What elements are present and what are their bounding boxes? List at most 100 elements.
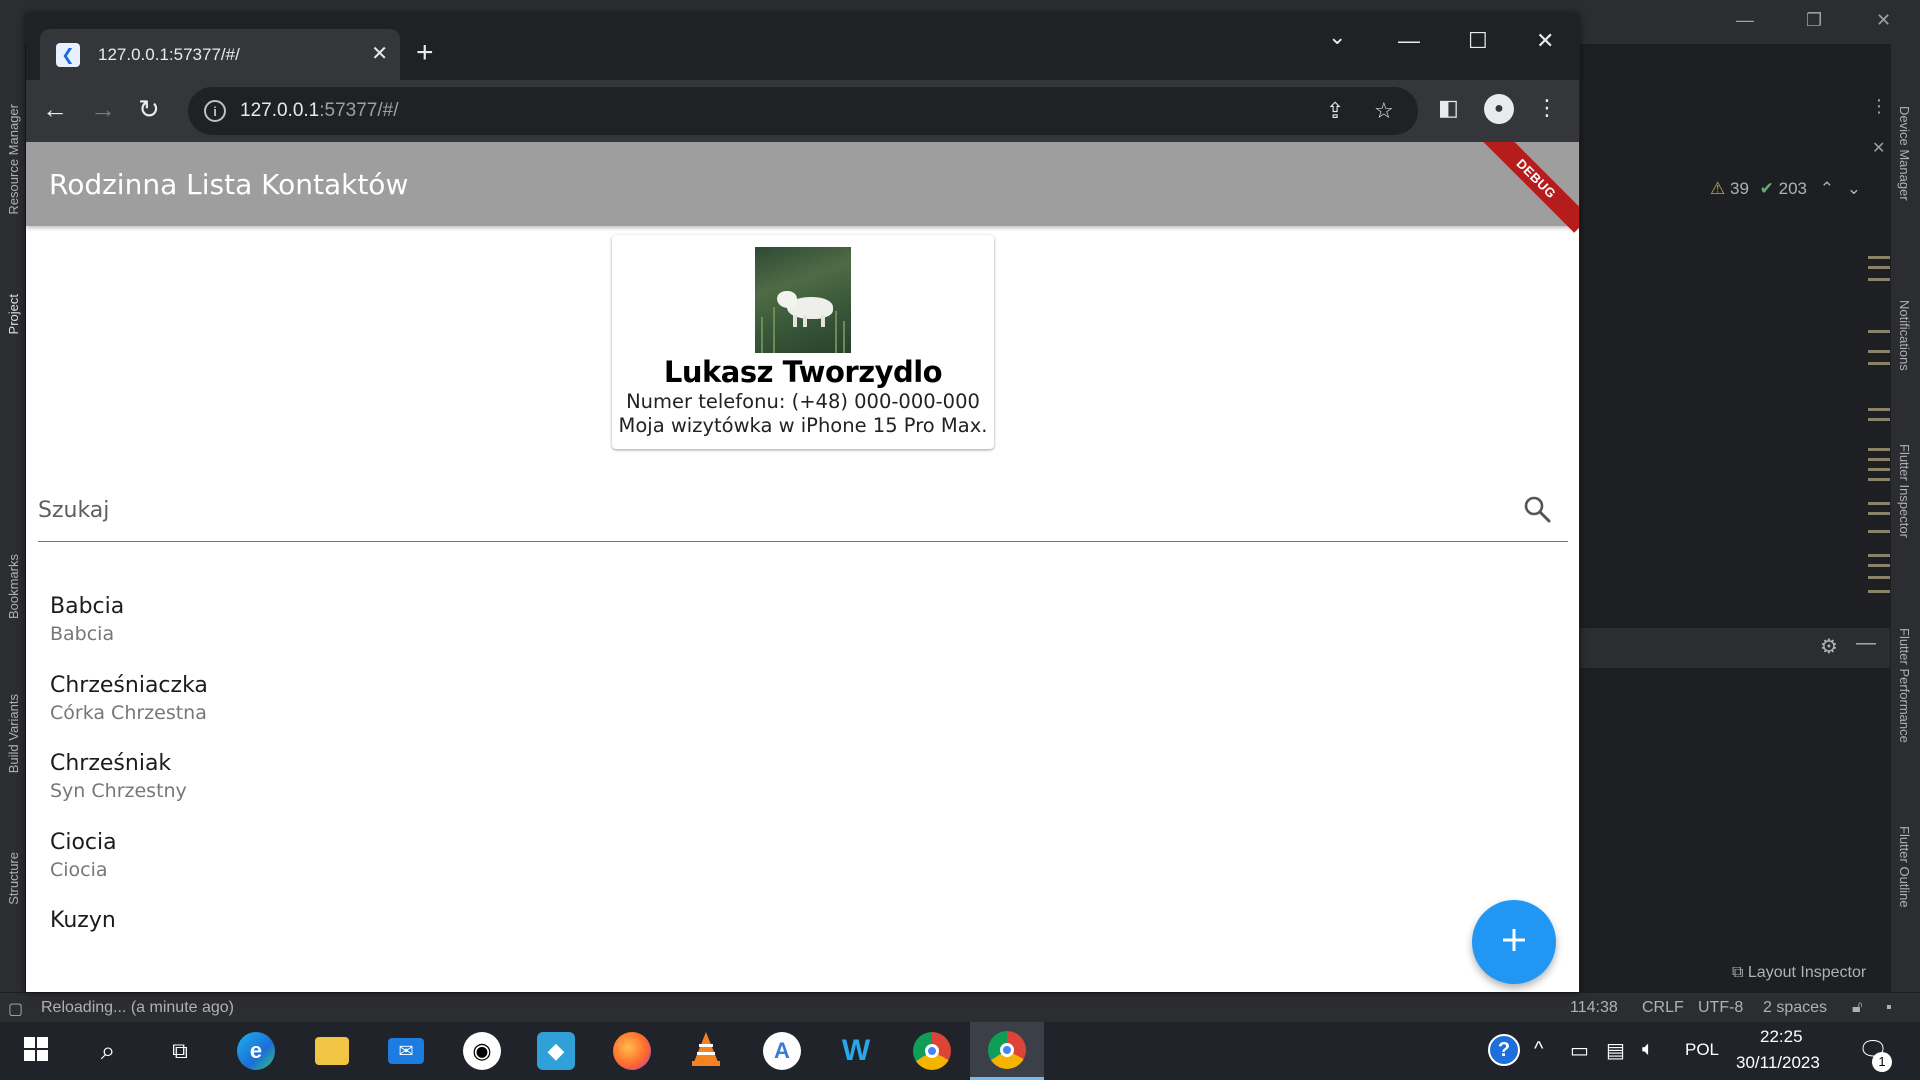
- search-icon[interactable]: [1522, 494, 1552, 524]
- volume-icon[interactable]: 🔈︎: [1642, 1038, 1654, 1061]
- profile-phone: Numer telefonu: (+48) 000-000-000: [626, 390, 980, 413]
- site-info-icon[interactable]: i: [204, 100, 226, 122]
- clock-date[interactable]: 30/11/2023: [1736, 1053, 1820, 1073]
- help-icon[interactable]: ?: [1488, 1034, 1520, 1066]
- contact-list-item[interactable]: Ciocia Ciocia: [50, 830, 1550, 910]
- contact-list-item[interactable]: Babcia Babcia: [50, 594, 1550, 674]
- battery-icon[interactable]: ▭: [1570, 1038, 1589, 1063]
- chevron-up-icon[interactable]: ⌃: [1820, 179, 1834, 198]
- network-icon[interactable]: ▤: [1606, 1038, 1625, 1063]
- inspection-summary[interactable]: ⚠ 39 ✔ 203 ⌃ ⌄: [1710, 179, 1861, 199]
- ide-restore-icon[interactable]: ❐: [1806, 10, 1822, 31]
- contact-relation: Ciocia: [50, 859, 108, 881]
- minimize-panel-icon[interactable]: —: [1856, 632, 1876, 655]
- task-view-icon: ⧉: [172, 1038, 188, 1063]
- tab-bookmarks[interactable]: Bookmarks: [6, 554, 21, 619]
- more-options-icon[interactable]: ⋮: [1870, 96, 1888, 117]
- tab-search-chevron-icon[interactable]: ⌄: [1328, 24, 1346, 50]
- close-panel-icon[interactable]: ✕: [1872, 138, 1885, 158]
- clock-time[interactable]: 22:25: [1760, 1027, 1803, 1047]
- taskbar-wavebox[interactable]: W: [820, 1022, 892, 1080]
- profile-avatar-icon[interactable]: ●: [1484, 94, 1514, 124]
- warnings-count: 39: [1729, 179, 1749, 198]
- status-caret-position[interactable]: 114:38: [1570, 999, 1618, 1017]
- tab-flutter-performance[interactable]: Flutter Performance: [1897, 628, 1912, 743]
- tab-close-icon[interactable]: ✕: [371, 41, 388, 66]
- tab-project[interactable]: Project: [6, 294, 21, 334]
- address-url[interactable]: 127.0.0.1:57377/#/: [240, 100, 399, 122]
- url-host: 127.0.0.1: [240, 100, 320, 121]
- taskbar-chromium[interactable]: [896, 1022, 968, 1080]
- taskbar-edge[interactable]: e: [220, 1022, 292, 1080]
- task-view-button[interactable]: ⧉: [144, 1022, 216, 1080]
- tab-strip: ❮ 127.0.0.1:57377/#/ ✕ + ⌄ — ☐ ✕: [26, 14, 1579, 80]
- chevron-down-icon[interactable]: ⌄: [1847, 179, 1861, 198]
- taskbar-search-button[interactable]: ⌕: [72, 1022, 144, 1080]
- tab-flutter-inspector[interactable]: Flutter Inspector: [1897, 444, 1912, 538]
- taskbar-vlc[interactable]: [670, 1022, 742, 1080]
- page-viewport: Rodzinna Lista Kontaktów DEBUG Lukasz Tw…: [26, 142, 1579, 992]
- status-message[interactable]: Reloading... (a minute ago): [41, 999, 234, 1017]
- search-input[interactable]: Szukaj: [38, 472, 1568, 542]
- taskbar-virtualbox[interactable]: ◆: [520, 1022, 592, 1080]
- taskbar-android-studio[interactable]: A: [746, 1022, 818, 1080]
- tab-resource-manager[interactable]: Resource Manager: [6, 104, 21, 215]
- contact-list-item[interactable]: Kuzyn: [50, 908, 1550, 988]
- ide-minimize-icon[interactable]: —: [1736, 10, 1754, 31]
- tray-chevron-up-icon[interactable]: ^: [1534, 1038, 1543, 1061]
- settings-gear-icon[interactable]: ⚙: [1820, 634, 1838, 659]
- contact-list-item[interactable]: Chrześniaczka Córka Chrzestna: [50, 673, 1550, 753]
- reload-icon[interactable]: ↻: [138, 95, 160, 123]
- contact-name: Kuzyn: [50, 908, 116, 933]
- tab-notifications[interactable]: Notifications: [1897, 300, 1912, 371]
- chrome-icon: [988, 1030, 1026, 1069]
- ide-run-panel-header: ⚙ —: [1580, 628, 1890, 668]
- contact-name: Chrześniaczka: [50, 673, 208, 698]
- ide-left-tool-strip: Resource Manager Project Bookmarks Build…: [0, 44, 26, 992]
- vlc-cone-icon: [690, 1031, 722, 1071]
- taskbar-chrome[interactable]: [970, 1022, 1044, 1080]
- search-magnifier-icon: ⌕: [100, 1035, 116, 1065]
- input-language[interactable]: POL: [1685, 1040, 1719, 1060]
- window-minimize-icon[interactable]: —: [1398, 28, 1420, 54]
- layout-inspector-link[interactable]: ⧉ Layout Inspector: [1732, 964, 1866, 982]
- taskbar-app-dark[interactable]: ◉: [446, 1022, 518, 1080]
- side-panel-icon[interactable]: ◧: [1438, 95, 1459, 121]
- warning-icon: ⚠: [1710, 179, 1726, 198]
- status-bar-toggle-icon[interactable]: ▢: [8, 999, 23, 1019]
- windows-taskbar: ⌕ ⧉ e ✉ ◉ ◆ A W ? ^ ▭ ▤ 🔈︎ POL 22:25 30/…: [0, 1022, 1920, 1080]
- profile-photo: [755, 247, 851, 353]
- add-contact-button[interactable]: [1472, 900, 1556, 984]
- chromium-icon: [913, 1032, 951, 1070]
- share-icon[interactable]: ⇪: [1326, 98, 1344, 124]
- bookmark-star-icon[interactable]: ☆: [1374, 98, 1394, 124]
- profile-card[interactable]: Lukasz Tworzydlo Numer telefonu: (+48) 0…: [612, 235, 994, 449]
- tab-build-variants[interactable]: Build Variants: [6, 694, 21, 773]
- memory-indicator-icon[interactable]: ▪: [1886, 999, 1892, 1017]
- taskbar-firefox[interactable]: [596, 1022, 668, 1080]
- status-encoding[interactable]: UTF-8: [1698, 999, 1743, 1017]
- window-maximize-icon[interactable]: ☐: [1468, 28, 1488, 54]
- taskbar-file-explorer[interactable]: [296, 1022, 368, 1080]
- lock-icon[interactable]: 🔓︎: [1852, 999, 1862, 1017]
- address-bar[interactable]: i 127.0.0.1:57377/#/ ⇪ ☆: [188, 87, 1418, 135]
- tab-structure[interactable]: Structure: [6, 852, 21, 905]
- tab-device-manager[interactable]: Device Manager: [1897, 106, 1912, 201]
- forward-arrow-icon[interactable]: →: [90, 95, 116, 123]
- status-line-ending[interactable]: CRLF: [1642, 999, 1684, 1017]
- browser-tab[interactable]: ❮ 127.0.0.1:57377/#/ ✕: [40, 29, 400, 80]
- contact-relation: Babcia: [50, 623, 115, 645]
- start-button[interactable]: [0, 1022, 72, 1080]
- taskbar-mail[interactable]: ✉: [370, 1022, 442, 1080]
- contact-list-item[interactable]: Chrześniak Syn Chrzestny: [50, 751, 1550, 831]
- status-indent[interactable]: 2 spaces: [1763, 999, 1827, 1017]
- tab-title: 127.0.0.1:57377/#/: [98, 45, 240, 64]
- back-arrow-icon[interactable]: ←: [42, 95, 68, 123]
- window-close-icon[interactable]: ✕: [1536, 28, 1554, 54]
- ide-status-bar: ▢ Reloading... (a minute ago) 114:38 CRL…: [0, 992, 1920, 1022]
- ide-close-icon[interactable]: ✕: [1876, 10, 1891, 31]
- new-tab-plus-icon[interactable]: +: [416, 38, 434, 68]
- chrome-menu-icon[interactable]: ⋮: [1536, 95, 1558, 121]
- tab-flutter-outline[interactable]: Flutter Outline: [1897, 826, 1912, 908]
- android-studio-icon: A: [763, 1032, 801, 1070]
